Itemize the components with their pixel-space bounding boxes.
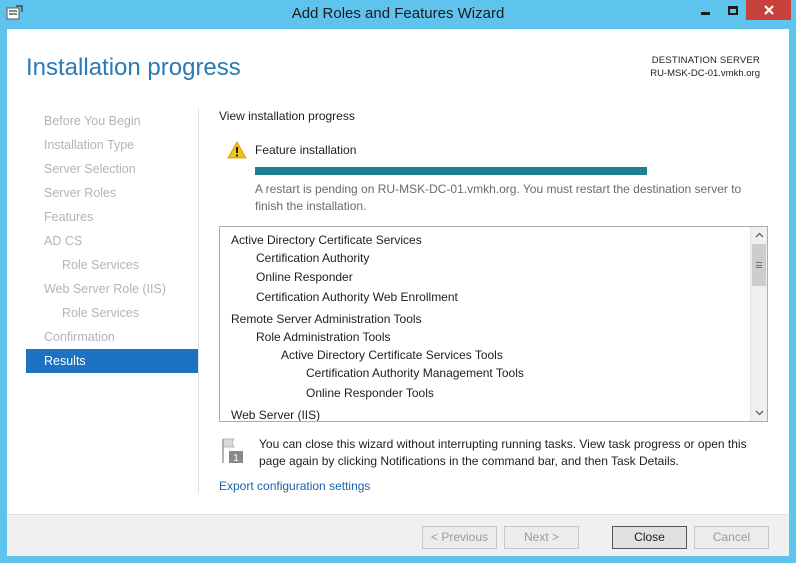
list-item: Certification Authority Management Tools — [306, 366, 524, 380]
nav-divider — [198, 108, 199, 494]
nav-item-ad-cs-role-services[interactable]: Role Services — [26, 253, 198, 277]
list-item: Certification Authority — [256, 251, 370, 265]
wizard-footer: < Previous Next > Close Cancel — [7, 514, 789, 556]
nav-item-installation-type[interactable]: Installation Type — [26, 133, 198, 157]
minimize-icon — [700, 11, 710, 15]
scroll-thumb[interactable] — [752, 244, 766, 286]
list-item: Active Directory Certificate Services — [231, 233, 422, 247]
close-window-button[interactable] — [746, 0, 791, 20]
destination-server-label: DESTINATION SERVER — [651, 55, 760, 66]
wizard-client-area: Installation progress DESTINATION SERVER… — [7, 29, 789, 556]
nav-item-confirmation[interactable]: Confirmation — [26, 325, 198, 349]
results-list-box[interactable]: Active Directory Certificate Services Ce… — [219, 226, 768, 422]
wizard-nav: Before You Begin Installation Type Serve… — [26, 109, 198, 373]
minimize-button[interactable] — [691, 0, 719, 20]
list-item: Certification Authority Web Enrollment — [256, 290, 458, 304]
export-configuration-link[interactable]: Export configuration settings — [219, 479, 370, 493]
scroll-down-button[interactable] — [751, 405, 767, 421]
destination-server-name: RU-MSK-DC-01.vmkh.org — [650, 68, 760, 79]
progress-fill — [255, 167, 647, 175]
previous-button[interactable]: < Previous — [422, 526, 497, 549]
cancel-button[interactable]: Cancel — [694, 526, 769, 549]
scroll-up-button[interactable] — [751, 227, 767, 243]
chevron-down-icon — [755, 410, 763, 416]
notification-flag-icon: 1 — [222, 438, 243, 464]
nav-item-features[interactable]: Features — [26, 205, 198, 229]
wizard-window: Add Roles and Features Wizard Installati… — [0, 0, 796, 563]
feature-installation-label: Feature installation — [255, 143, 357, 157]
nav-item-server-roles[interactable]: Server Roles — [26, 181, 198, 205]
nav-item-iis-role-services[interactable]: Role Services — [26, 301, 198, 325]
close-button[interactable]: Close — [612, 526, 687, 549]
nav-item-before-you-begin[interactable]: Before You Begin — [26, 109, 198, 133]
grip-icon — [756, 262, 762, 268]
restart-pending-message: A restart is pending on RU-MSK-DC-01.vmk… — [255, 182, 742, 213]
installation-progress-bar — [255, 167, 647, 175]
next-button[interactable]: Next > — [504, 526, 579, 549]
nav-item-results[interactable]: Results — [26, 349, 198, 373]
nav-item-server-selection[interactable]: Server Selection — [26, 157, 198, 181]
list-item: Web Server (IIS) — [231, 408, 321, 422]
results-scrollbar[interactable] — [750, 227, 767, 421]
main-heading: View installation progress — [219, 109, 355, 123]
close-icon — [763, 5, 774, 15]
list-item: Remote Server Administration Tools — [231, 312, 422, 326]
nav-item-web-server-role[interactable]: Web Server Role (IIS) — [26, 277, 198, 301]
window-title: Add Roles and Features Wizard — [291, 5, 505, 22]
nav-item-ad-cs[interactable]: AD CS — [26, 229, 198, 253]
title-bar: Add Roles and Features Wizard — [0, 0, 796, 28]
list-item: Online Responder — [256, 270, 353, 284]
notification-message: You can close this wizard without interr… — [259, 437, 747, 468]
notification-count: 1 — [233, 453, 239, 464]
maximize-icon — [727, 5, 738, 15]
chevron-up-icon — [755, 232, 763, 238]
list-item: Online Responder Tools — [306, 386, 434, 400]
page-title: Installation progress — [26, 54, 241, 81]
warning-icon — [227, 141, 247, 159]
list-item: Role Administration Tools — [256, 330, 391, 344]
list-item: Active Directory Certificate Services To… — [281, 348, 503, 362]
maximize-button[interactable] — [719, 0, 746, 20]
